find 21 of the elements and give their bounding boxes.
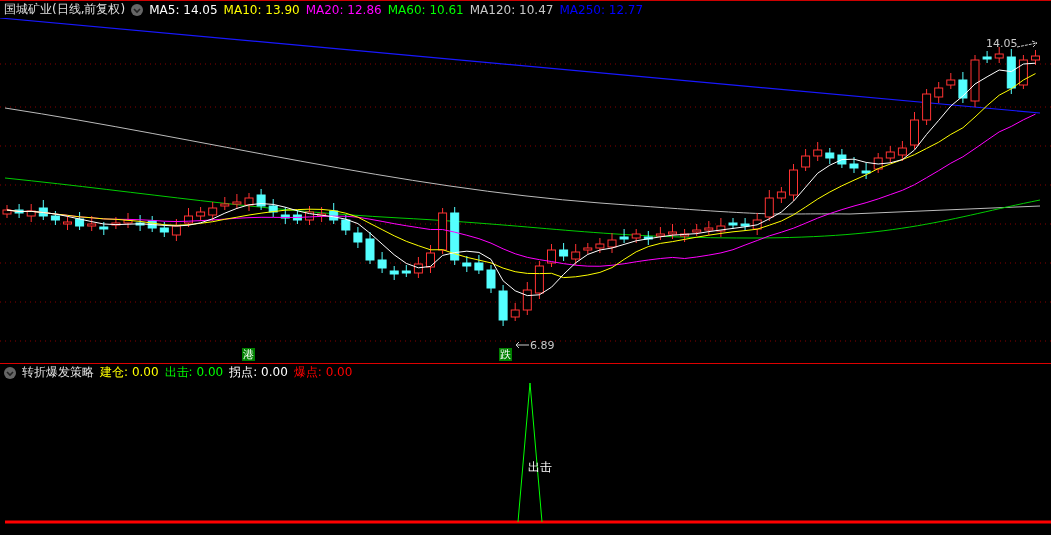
indicator-value: 出击: 0.00 (164, 364, 224, 381)
ma-legend: MA10: 13.90 (223, 2, 300, 17)
dropdown-icon[interactable] (4, 366, 16, 379)
signal-marker: 跌 (499, 348, 512, 361)
arrow-icon (515, 341, 529, 349)
ma-legend: MA250: 12.77 (559, 2, 644, 17)
indicator-value: 建仓: 0.00 (100, 364, 159, 381)
indicator-title: 转折爆发策略 (22, 364, 94, 381)
signal-marker: 港 (242, 348, 255, 361)
dropdown-icon[interactable] (131, 3, 144, 16)
arrow-icon (1017, 40, 1039, 50)
ma-legend: MA60: 10.61 (387, 2, 464, 17)
indicator-value: 爆点: 0.00 (293, 364, 353, 381)
low-price-label: 6.89 (530, 339, 555, 352)
high-price-label: 14.05 (986, 37, 1018, 50)
signal-label: 出击 (528, 459, 552, 476)
ma-legend: MA20: 12.86 (305, 2, 382, 17)
stock-title: 国城矿业(日线,前复权) (4, 1, 126, 18)
indicator-value: 拐点: 0.00 (229, 364, 288, 381)
ma-legend: MA120: 10.47 (469, 2, 554, 17)
ma-legend: MA5: 14.05 (149, 2, 218, 17)
